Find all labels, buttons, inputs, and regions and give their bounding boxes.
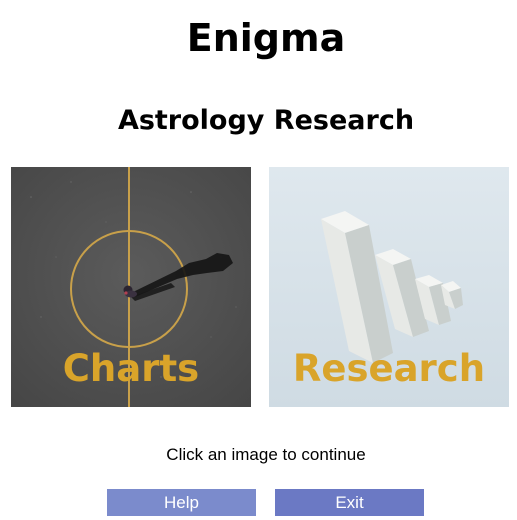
charts-tile[interactable]: Charts (11, 167, 251, 407)
charts-label: Charts (62, 347, 200, 390)
research-tile[interactable]: Research (269, 167, 509, 407)
app-title: Enigma (186, 16, 346, 60)
research-label: Research (292, 347, 486, 390)
exit-button[interactable]: Exit (275, 489, 424, 516)
page-subtitle: Astrology Research (117, 105, 415, 136)
instruction-text: Click an image to continue (166, 445, 366, 464)
help-button[interactable]: Help (107, 489, 256, 516)
